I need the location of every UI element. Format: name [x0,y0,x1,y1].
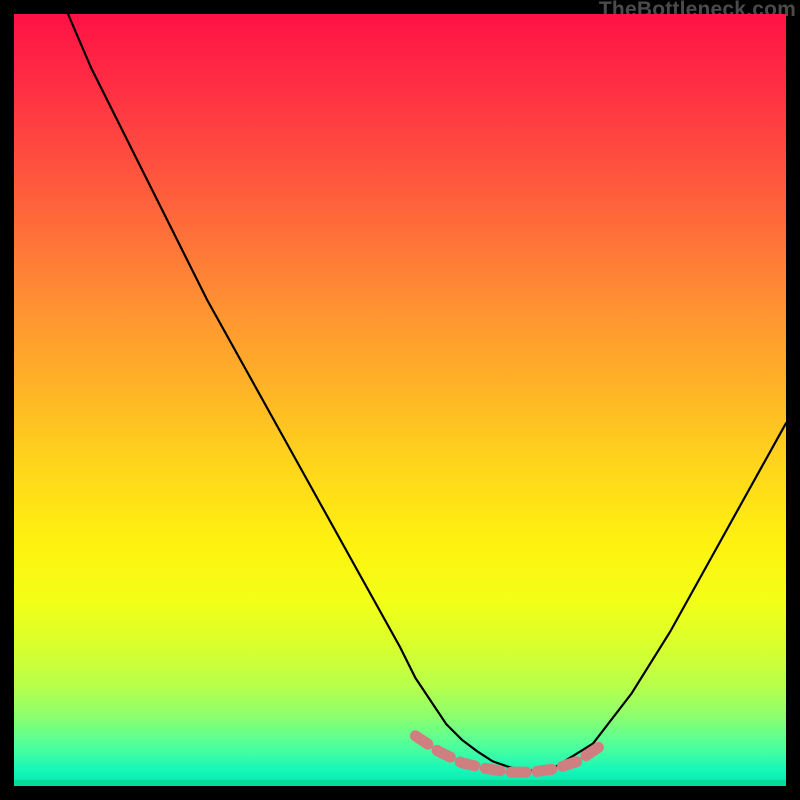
chart-svg [14,14,786,786]
plot-area [14,14,786,786]
chart-canvas: TheBottleneck.com [0,0,800,800]
bottleneck-curve-line [68,14,786,771]
